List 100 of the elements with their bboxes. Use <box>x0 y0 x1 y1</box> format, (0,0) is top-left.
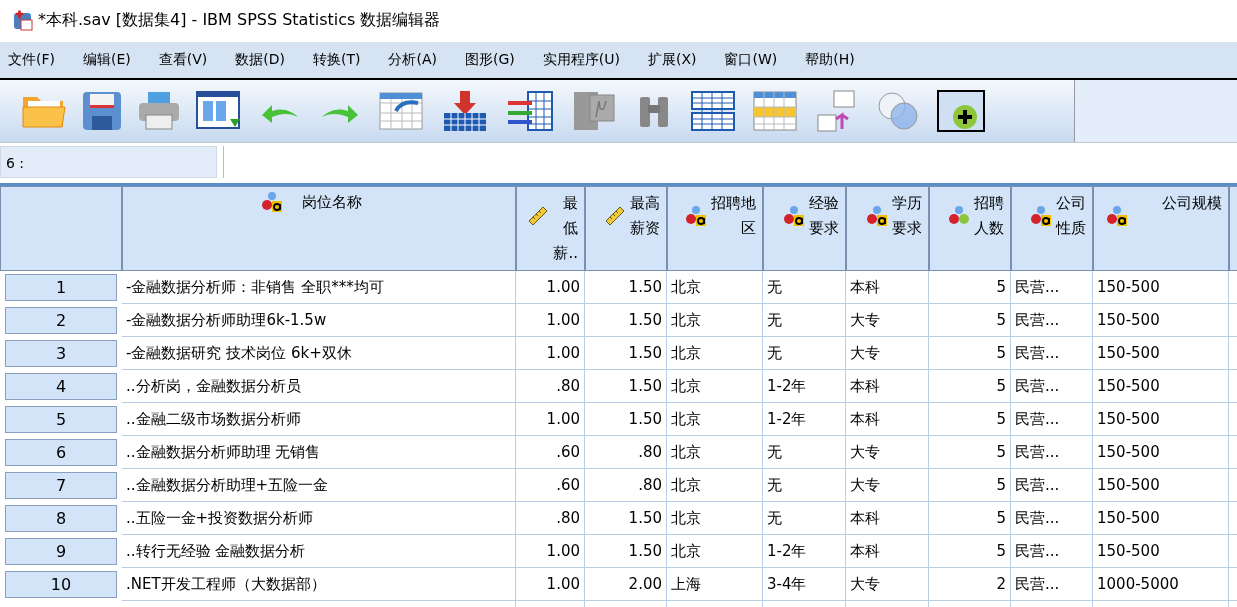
table-cell: 大专 <box>846 568 929 601</box>
table-cell: 1.00 <box>516 568 585 601</box>
table-cell: -金融数据分析师：非销售 全职***均可 <box>122 271 516 304</box>
menu-item[interactable]: 查看(V) <box>150 51 216 69</box>
row-number[interactable]: 4 <box>5 373 117 400</box>
row-number[interactable]: 6 <box>5 439 117 466</box>
table-cell: 150-500 <box>1093 370 1229 403</box>
menu-item[interactable]: 图形(G) <box>457 51 523 69</box>
table-cell: 2.00 <box>585 568 667 601</box>
nominal-string-icon <box>261 191 283 213</box>
column-header[interactable]: 招聘人数 <box>929 186 1011 271</box>
table-cell: 北京 <box>667 304 763 337</box>
row-number[interactable]: 8 <box>5 505 117 532</box>
column-header[interactable]: 公司规模 <box>1093 186 1229 271</box>
row-number[interactable]: 10 <box>5 571 117 598</box>
menu-item[interactable]: 分析(A) <box>380 51 445 69</box>
split-table-icon[interactable] <box>688 89 738 133</box>
add-extension-icon[interactable] <box>936 89 986 133</box>
table-cell: 民营... <box>1011 568 1093 601</box>
app-icon <box>12 9 34 31</box>
table-cell: 无 <box>763 502 846 535</box>
ruler-icon <box>526 205 549 227</box>
row-number[interactable]: 5 <box>5 406 117 433</box>
table-cell: 无 <box>763 337 846 370</box>
column-header[interactable]: 招聘地区 <box>667 186 763 271</box>
table-cell: 150-500 <box>1093 403 1229 436</box>
table-cell: 1.50 <box>585 337 667 370</box>
table-cell: 1.50 <box>585 370 667 403</box>
table-cell: 150-500 <box>1093 304 1229 337</box>
column-label: 公司性质 <box>1056 193 1086 239</box>
table-cell: -金融数据研究 技术岗位 6k+双休 <box>122 337 516 370</box>
table-cell: ..五险一金+投资数据分析师 <box>122 502 516 535</box>
table-cell: 1.50 <box>585 271 667 304</box>
table-cell: 大专 <box>846 436 929 469</box>
table-cell: 民营... <box>1011 535 1093 568</box>
table-cell: .80 <box>516 502 585 535</box>
row-number[interactable]: 3 <box>5 340 117 367</box>
menu-item[interactable]: 编辑(E) <box>75 51 139 69</box>
menu-item[interactable]: 窗口(W) <box>716 51 786 69</box>
column-label: 最低薪.. <box>552 193 578 264</box>
table-cell: .80 <box>585 469 667 502</box>
table-cell: 北京 <box>667 502 763 535</box>
column-header[interactable]: 公司性质 <box>1011 186 1093 271</box>
table-cell: 大专 <box>846 469 929 502</box>
table-cell: 无 <box>763 436 846 469</box>
table-cell: 本科 <box>846 370 929 403</box>
table-cell: 民营... <box>1011 271 1093 304</box>
table-cell: 1.50 <box>585 502 667 535</box>
save-icon[interactable] <box>80 89 124 133</box>
table-cell: 1.00 <box>516 304 585 337</box>
table-cell: 无 <box>763 304 846 337</box>
print-icon[interactable] <box>136 89 182 133</box>
menu-item[interactable]: 实用程序(U) <box>534 51 628 69</box>
menu-item[interactable]: 文件(F) <box>0 51 63 69</box>
table-cell: 北京 <box>667 535 763 568</box>
row-number[interactable]: 2 <box>5 307 117 334</box>
nominal-string-icon <box>783 205 805 227</box>
column-header[interactable]: 岗位名称 <box>122 186 516 271</box>
nominal-string-icon <box>1030 205 1052 227</box>
select-cases-icon[interactable] <box>750 89 800 133</box>
table-cell: 5 <box>929 271 1011 304</box>
table-cell: ..分析岗，金融数据分析员 <box>122 370 516 403</box>
column-label: 岗位名称 <box>301 192 363 213</box>
column-header[interactable]: 最高薪资 <box>585 186 667 271</box>
menu-item[interactable]: 帮助(H) <box>797 51 863 69</box>
go-to-case-icon[interactable] <box>376 89 426 133</box>
row-number[interactable]: 9 <box>5 538 117 565</box>
row-number[interactable]: 1 <box>5 274 117 301</box>
table-cell: 5 <box>929 469 1011 502</box>
row-number[interactable]: 7 <box>5 472 117 499</box>
table-cell: 本科 <box>846 535 929 568</box>
menu-item[interactable]: 转换(T) <box>305 51 369 69</box>
column-header[interactable]: 最低薪.. <box>516 186 585 271</box>
table-cell: 北京 <box>667 271 763 304</box>
table-cell: -金融数据分析师助理6k-1.5w <box>122 304 516 337</box>
table-cell: 150-500 <box>1093 469 1229 502</box>
table-cell: 150-500 <box>1093 436 1229 469</box>
table-cell: 1.00 <box>516 403 585 436</box>
table-cell: 北京 <box>667 370 763 403</box>
table-cell: 民营... <box>1011 337 1093 370</box>
column-header[interactable]: 经验要求 <box>763 186 846 271</box>
column-header[interactable]: 学历要求 <box>846 186 929 271</box>
table-cell: 150-500 <box>1093 502 1229 535</box>
table-cell: 150-500 <box>1093 337 1229 370</box>
table-cell: 1-2年 <box>763 370 846 403</box>
table-cell: 1000-5000 <box>1093 568 1229 601</box>
column-label: 学历要求 <box>892 193 922 239</box>
table-cell: 大专 <box>846 337 929 370</box>
table-cell: 1.50 <box>585 304 667 337</box>
window-title: *本科.sav [数据集4] - IBM SPSS Statistics 数据编辑器 <box>38 9 441 31</box>
table-cell: 5 <box>929 304 1011 337</box>
table-cell: 2 <box>929 568 1011 601</box>
nominal-string-icon <box>866 205 888 227</box>
menu-item[interactable]: 数据(D) <box>227 51 293 69</box>
table-cell: 5 <box>929 337 1011 370</box>
table-cell: 民营... <box>1011 403 1093 436</box>
table-cell: 民营... <box>1011 436 1093 469</box>
column-label: 公司规模 <box>1161 193 1222 214</box>
table-cell: ..金融数据分析助理+五险一金 <box>122 469 516 502</box>
menu-item[interactable]: 扩展(X) <box>639 51 705 69</box>
